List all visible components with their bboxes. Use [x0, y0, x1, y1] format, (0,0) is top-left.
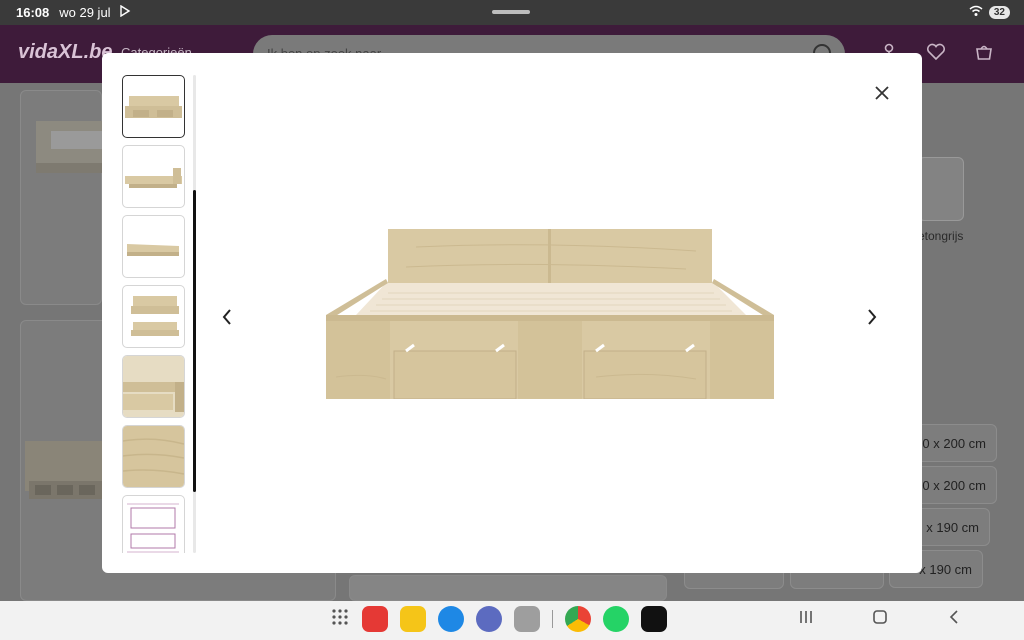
background-variant-label: etongrijs — [918, 229, 964, 243]
messages-icon[interactable] — [438, 606, 464, 632]
image-gallery-modal — [102, 53, 922, 573]
thumbnail-wood-texture[interactable] — [122, 425, 185, 488]
thumbnail-bed-angled-view[interactable] — [122, 215, 185, 278]
chevron-right-icon[interactable] — [860, 302, 884, 332]
drag-handle — [492, 10, 530, 14]
system-nav-bar — [0, 601, 1024, 640]
netflix-icon[interactable] — [641, 606, 667, 632]
chrome-icon[interactable] — [565, 606, 591, 632]
home-icon[interactable] — [872, 609, 888, 630]
recent-apps-icon[interactable] — [798, 609, 814, 630]
wishlist-heart-icon[interactable] — [926, 43, 946, 66]
back-icon[interactable] — [946, 609, 962, 630]
play-store-icon — [119, 4, 131, 20]
thumbnail-dimensions-drawing[interactable] — [122, 495, 185, 553]
site-logo[interactable]: vidaXL.be — [18, 41, 112, 64]
camera-icon[interactable] — [514, 606, 540, 632]
main-product-image — [326, 227, 774, 400]
thumbnail-bed-side-view[interactable] — [122, 145, 185, 208]
status-time: 16:08 — [16, 5, 50, 20]
battery-indicator: 32 — [988, 6, 1010, 19]
background-panel — [349, 575, 667, 601]
whatsapp-icon[interactable] — [603, 606, 629, 632]
wifi-icon — [969, 5, 983, 20]
thumbnail-bed-two-views[interactable] — [122, 285, 185, 348]
files-icon[interactable] — [400, 606, 426, 632]
app-dock — [330, 606, 667, 632]
cart-icon[interactable] — [974, 43, 994, 66]
thumbnail-bed-front-view[interactable] — [122, 75, 185, 138]
thumbnail-drawer-detail[interactable] — [122, 355, 185, 418]
background-variant-thumbnail — [918, 157, 964, 221]
close-icon[interactable] — [870, 81, 894, 105]
chevron-left-icon[interactable] — [215, 302, 239, 332]
background-product-card — [20, 90, 111, 305]
thumbnail-strip[interactable] — [122, 75, 188, 553]
dock-divider — [552, 610, 553, 628]
flipboard-icon[interactable] — [362, 606, 388, 632]
apps-grid-icon[interactable] — [330, 607, 350, 632]
thumbnail-scrollbar-handle[interactable] — [193, 190, 196, 492]
status-date: wo 29 jul — [59, 5, 111, 20]
status-bar: 16:08 wo 29 jul 32 — [0, 0, 1024, 25]
browser-icon[interactable] — [476, 606, 502, 632]
